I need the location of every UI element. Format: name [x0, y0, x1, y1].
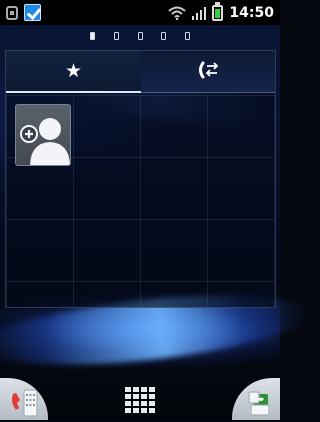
- usb-debugging-icon: [6, 5, 18, 20]
- page-dot: [113, 32, 119, 40]
- recent-calls-icon: [197, 61, 219, 83]
- page-dot: [90, 32, 95, 40]
- page-dot: [161, 32, 167, 40]
- wifi-icon: [168, 6, 187, 20]
- add-contact-icon: [16, 105, 70, 165]
- app-drawer-button[interactable]: [125, 387, 155, 413]
- star-icon: ★: [64, 59, 83, 82]
- messaging-icon: [248, 388, 274, 422]
- status-clock: 14:50: [229, 4, 274, 21]
- page-dot: [185, 32, 190, 40]
- home-page-indicator: [90, 30, 190, 42]
- add-favorite-contact-button[interactable]: [15, 104, 71, 166]
- favorites-widget: ★: [5, 50, 276, 308]
- phone-icon: [10, 388, 38, 422]
- page-dot: [137, 32, 143, 40]
- status-bar: 14:50: [0, 0, 280, 25]
- battery-icon: [212, 1, 224, 21]
- tab-recent-calls[interactable]: [141, 51, 275, 93]
- widget-tab-bar: ★: [6, 51, 275, 93]
- signal-icon: [192, 6, 207, 20]
- tab-favorites[interactable]: ★: [6, 51, 141, 93]
- task-done-icon: [24, 4, 41, 21]
- app-drawer-icon: [125, 387, 131, 392]
